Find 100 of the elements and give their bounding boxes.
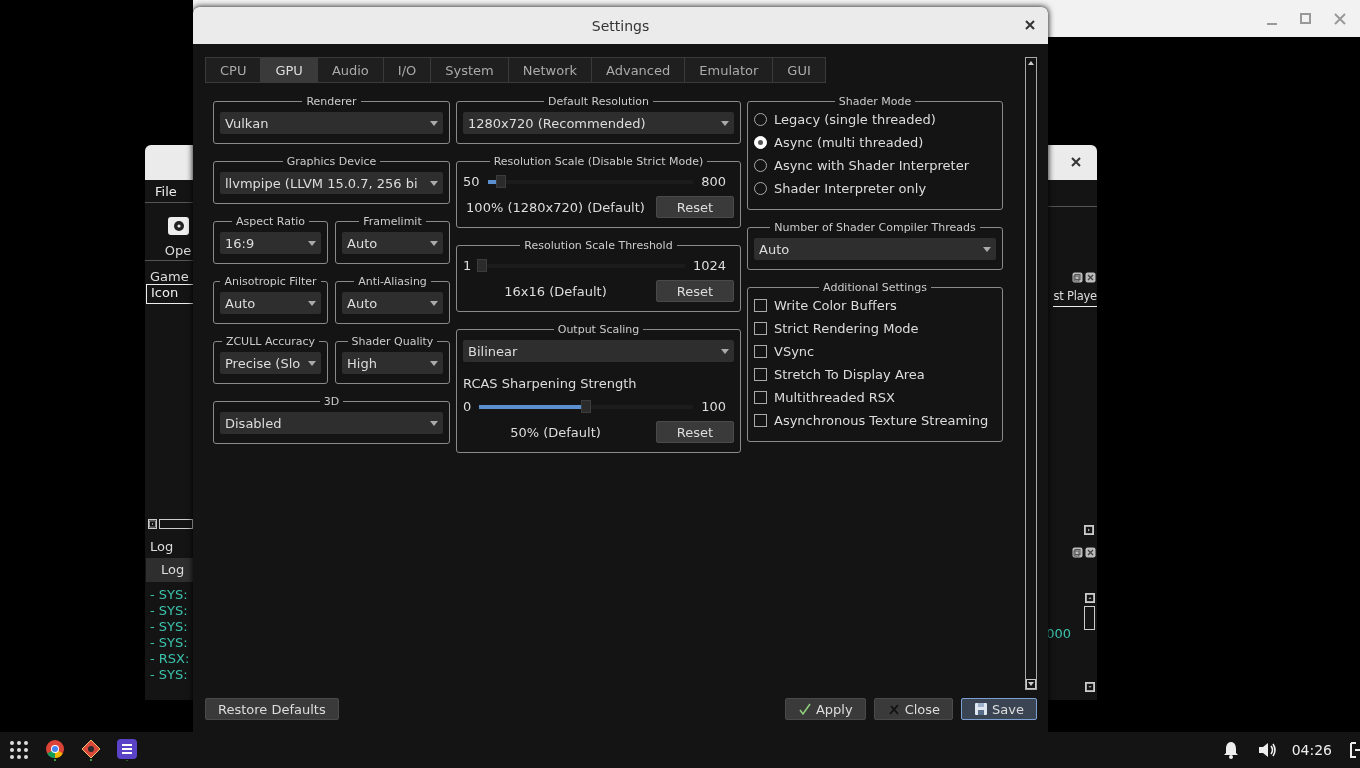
close-icon[interactable] [1024,19,1036,31]
option-label[interactable]: Asynchronous Texture Streaming [774,413,989,428]
slider-max: 100 [701,398,726,414]
option-label[interactable]: Write Color Buffers [774,298,897,313]
dropdown[interactable]: Bilinear [463,340,734,362]
app-grid-icon[interactable] [8,739,30,761]
scrollbar-thumb[interactable] [1084,606,1095,630]
down-arrow-icon[interactable] [1026,679,1036,689]
reset-button[interactable]: Reset [656,421,734,443]
dropdown[interactable]: llvmpipe (LLVM 15.0.7, 256 bi [220,172,443,194]
option-label[interactable]: Async (multi threaded) [774,135,924,150]
group-title: ZCULL Accuracy [224,335,317,348]
option-label[interactable]: Legacy (single threaded) [774,112,936,127]
slider-thumb[interactable] [477,258,488,272]
slider-thumb[interactable] [496,174,507,188]
dropdown[interactable]: Auto [754,238,996,260]
panel-title: Game [149,268,190,284]
slider-value: 100% (1280x720) (Default) [465,199,646,215]
caret-icon [430,360,438,366]
tab[interactable]: Audio [316,57,384,83]
dropdown[interactable]: 16:9 [220,232,321,254]
dialog-button[interactable]: Save [961,698,1037,720]
log-tab[interactable]: Log [146,558,193,582]
checkbox[interactable] [754,322,767,335]
slider-max: 800 [701,173,726,189]
radio-button[interactable] [754,182,767,195]
down-arrow-icon[interactable] [1084,682,1095,692]
float-icon[interactable] [1072,547,1083,558]
tab[interactable]: I/O [382,57,432,83]
scrollbar[interactable] [1025,57,1037,690]
option-label[interactable]: Multithreaded RSX [774,390,895,405]
tab[interactable]: Advanced [591,57,686,83]
tab[interactable]: GPU [260,57,318,83]
reset-button[interactable]: Reset [656,196,734,218]
radio-button[interactable] [754,159,767,172]
tab[interactable]: Emulator [684,57,774,83]
checkbox[interactable] [754,391,767,404]
slider-min: 1 [463,257,472,273]
radio-button[interactable] [754,113,767,126]
browser-icon[interactable] [44,739,66,761]
tab[interactable]: Network [507,57,593,83]
caret-icon [721,120,729,126]
scrollbar[interactable] [158,519,193,529]
reset-button[interactable]: Reset [656,280,734,302]
option-label[interactable]: Strict Rendering Mode [774,321,919,336]
dropdown[interactable]: Vulkan [220,112,443,134]
slider-track[interactable] [479,399,694,413]
dropdown[interactable]: Auto [342,292,443,314]
tab[interactable]: System [430,57,509,83]
group-title: Default Resolution [546,95,651,108]
diamond-icon[interactable] [80,739,102,761]
caret-icon [430,240,438,246]
dialog-button[interactable]: Restore Defaults [205,698,339,720]
close-icon[interactable] [1069,155,1083,169]
dialog-button[interactable]: Apply [784,698,866,720]
option-label[interactable]: Shader Interpreter only [774,181,927,196]
slider-track[interactable] [487,174,694,188]
dropdown[interactable]: Auto [220,292,321,314]
menu-item[interactable]: File [155,184,177,199]
dropdown[interactable]: Disabled [220,412,443,434]
group-title: Aspect Ratio [234,215,307,228]
column-header[interactable]: st Playe [1053,289,1097,307]
group-title: Number of Shader Compiler Threads [773,221,977,234]
group-title: Anti-Aliasing [357,275,428,288]
checkbox[interactable] [754,368,767,381]
group-title: Resolution Scale (Disable Strict Mode) [492,155,705,168]
dropdown[interactable]: Precise (Slo [220,352,321,374]
group-title: Framelimit [362,215,423,228]
slider-value: 50% (Default) [509,424,602,440]
checkbox[interactable] [754,345,767,358]
log-line: - SYS: [150,635,189,651]
dropdown[interactable]: 1280x720 (Recommended) [463,112,734,134]
checkbox[interactable] [754,299,767,312]
caret-icon [721,348,729,354]
dropdown[interactable]: High [342,352,443,374]
caret-icon [430,300,438,306]
group-title: Anisotropic Filter [223,275,318,288]
tab[interactable]: CPU [205,57,262,83]
group-title: Output Scaling [556,323,641,336]
close-icon[interactable] [1085,547,1096,558]
list-app-icon[interactable] [116,739,138,761]
right-arrow-icon[interactable] [1084,525,1094,535]
float-icon[interactable] [1072,272,1083,283]
option-label[interactable]: Stretch To Display Area [774,367,925,382]
caret-icon [430,120,438,126]
slider-thumb[interactable] [581,399,592,413]
dialog-button[interactable]: Close [873,698,954,720]
caret-icon [308,300,316,306]
slider-track[interactable] [479,258,685,272]
up-arrow-icon[interactable] [1084,593,1095,603]
close-icon[interactable] [1085,272,1096,283]
option-label[interactable]: Async with Shader Interpreter [774,158,970,173]
dropdown[interactable]: Auto [342,232,443,254]
toolbar-label[interactable]: Ope [164,243,192,258]
left-arrow-icon[interactable] [148,519,157,529]
clock[interactable]: 04:26 [1291,742,1332,758]
checkbox[interactable] [754,414,767,427]
option-label[interactable]: VSync [774,344,815,359]
log-line: - SYS: [150,667,189,683]
tab[interactable]: GUI [772,57,826,83]
